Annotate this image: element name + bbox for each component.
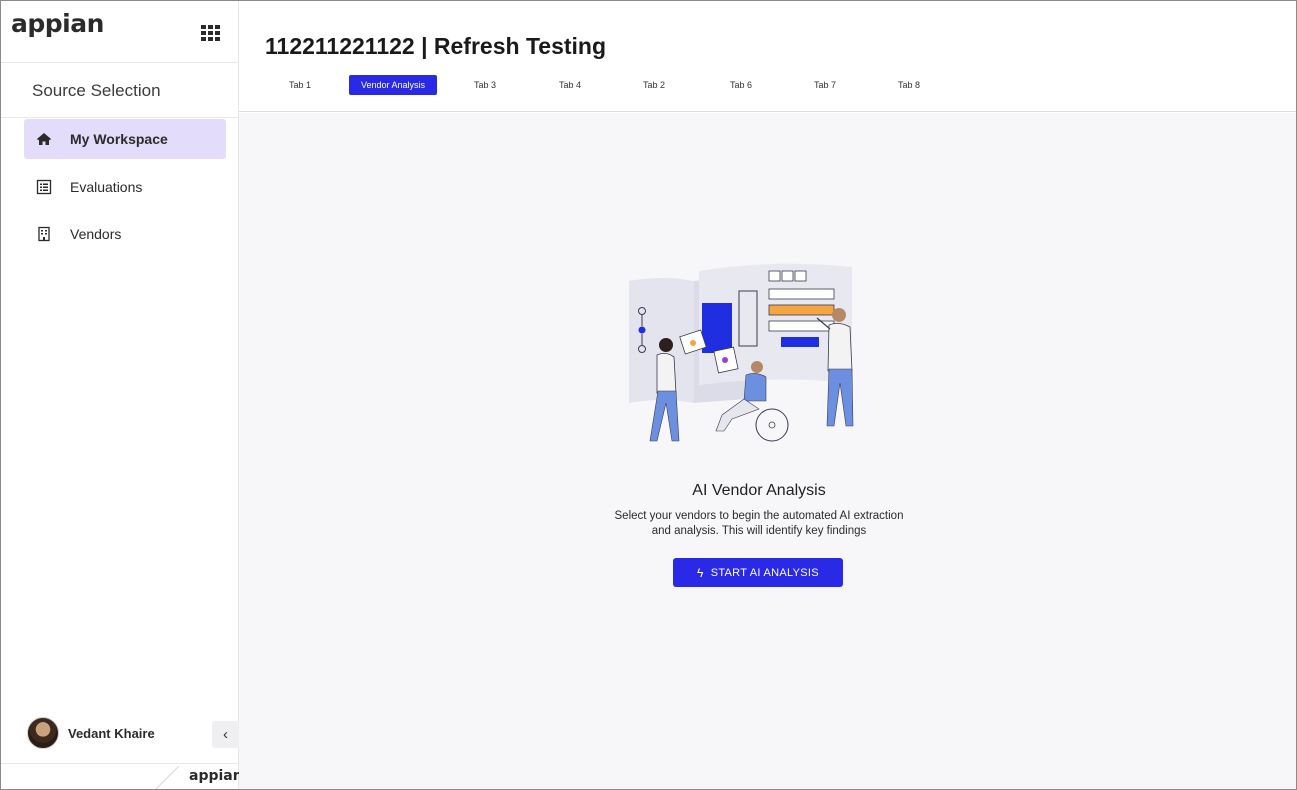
vendor-analysis-illustration [629, 263, 854, 442]
start-button-label: START AI ANALYSIS [710, 566, 819, 579]
tab-7[interactable]: Tab 7 [808, 75, 842, 95]
tab-bar: Tab 1 Vendor Analysis Tab 3 Tab 4 Tab 2 … [239, 75, 1296, 95]
tab-3[interactable]: Tab 3 [468, 75, 502, 95]
sidebar-footer: appian [1, 763, 243, 789]
tab-4[interactable]: Tab 4 [553, 75, 587, 95]
sidebar-item-vendors[interactable]: Vendors [24, 214, 226, 254]
list-icon [36, 179, 52, 195]
sidebar-title: Source Selection [1, 62, 238, 118]
hero-title: AI Vendor Analysis [692, 482, 826, 499]
sidebar: appian Source Selection My Workspace Eva… [1, 1, 243, 789]
sidebar-item-label: My Workspace [70, 131, 168, 147]
main-content: AI Vendor Analysis Select your vendors t… [239, 113, 1296, 789]
avatar[interactable] [27, 717, 59, 749]
chevron-left-icon: ‹ [223, 726, 228, 743]
appian-logo[interactable]: appian [11, 9, 104, 38]
tab-8[interactable]: Tab 8 [892, 75, 926, 95]
sidebar-item-my-workspace[interactable]: My Workspace [24, 119, 226, 159]
tab-vendor-analysis[interactable]: Vendor Analysis [349, 75, 437, 95]
lightning-bolt-icon: ϟ [697, 565, 704, 580]
sidebar-item-label: Vendors [70, 226, 122, 242]
page-title: 112211221122 | Refresh Testing [265, 33, 607, 59]
hero-description: Select your vendors to begin the automat… [614, 510, 904, 537]
decorative-slash [155, 766, 180, 789]
footer-appian-logo: appian [189, 768, 243, 784]
building-icon [36, 226, 52, 242]
tab-2[interactable]: Tab 2 [637, 75, 671, 95]
tab-1[interactable]: Tab 1 [283, 75, 317, 95]
tab-6[interactable]: Tab 6 [724, 75, 758, 95]
user-name: Vedant Khaire [68, 726, 155, 741]
collapse-sidebar-button[interactable]: ‹ [212, 721, 239, 748]
start-ai-analysis-button[interactable]: ϟ START AI ANALYSIS [673, 558, 843, 587]
page-header: 112211221122 | Refresh Testing Tab 1 Ven… [239, 1, 1296, 112]
sidebar-item-evaluations[interactable]: Evaluations [24, 167, 226, 207]
home-icon [36, 131, 52, 147]
sidebar-item-label: Evaluations [70, 179, 143, 195]
user-profile[interactable]: Vedant Khaire ‹ [1, 713, 239, 753]
app-window: appian Source Selection My Workspace Eva… [0, 0, 1297, 790]
app-grid-icon[interactable] [201, 25, 221, 43]
